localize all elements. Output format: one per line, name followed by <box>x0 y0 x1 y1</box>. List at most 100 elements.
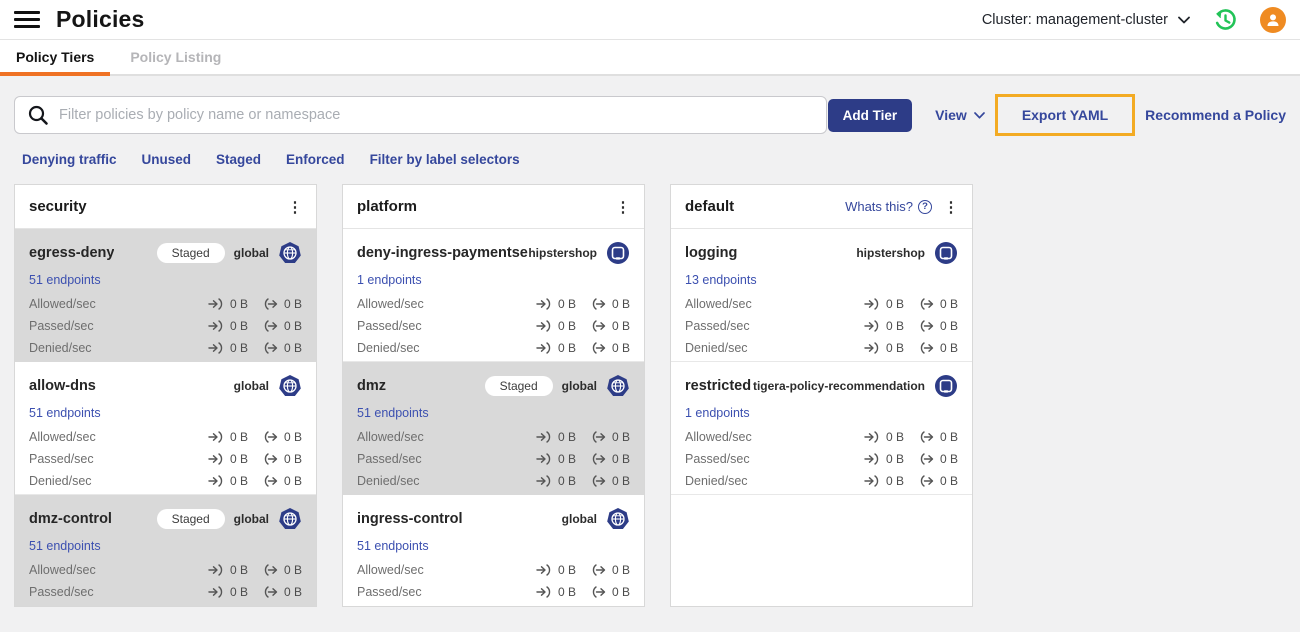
policy-card-ingress-control[interactable]: ingress-control global 51 endpoints Allowe… <box>343 495 644 606</box>
policy-card-logging[interactable]: logging hipstershop 13 endpoints Allowed/s… <box>671 229 972 362</box>
view-dropdown-button[interactable]: View <box>935 107 985 123</box>
metric-row: Denied/sec 0 B 0 B <box>357 470 630 492</box>
tier-name: security <box>29 198 87 215</box>
egress-value: 0 B <box>283 474 302 488</box>
whats-this-link[interactable]: Whats this?? <box>845 199 932 214</box>
policy-card-dmz[interactable]: dmz Staged global 51 endpoints Allowed/sec … <box>343 362 644 495</box>
metric-label: Allowed/sec <box>685 297 752 311</box>
tier-menu-kebab-icon[interactable]: ⋮ <box>612 194 634 220</box>
add-tier-button[interactable]: Add Tier <box>827 98 913 132</box>
tier-menu-kebab-icon[interactable]: ⋮ <box>284 194 306 220</box>
quick-filter-enforced[interactable]: Enforced <box>286 152 345 167</box>
quick-filter-denying-traffic[interactable]: Denying traffic <box>22 152 117 167</box>
policy-scope-label: tigera-policy-recommendation <box>752 379 925 393</box>
egress-icon <box>262 431 279 443</box>
egress-icon <box>918 431 935 443</box>
endpoints-link[interactable]: 13 endpoints <box>685 273 757 287</box>
policy-name: restricted <box>685 378 752 394</box>
egress-value: 0 B <box>939 474 958 488</box>
policy-search-box[interactable] <box>14 96 827 134</box>
metric-row: Denied/sec 0 B 0 B <box>357 603 630 606</box>
egress-value: 0 B <box>283 585 302 599</box>
egress-icon <box>262 298 279 310</box>
namespace-icon <box>934 241 958 265</box>
endpoints-link[interactable]: 51 endpoints <box>29 273 101 287</box>
egress-value: 0 B <box>611 430 630 444</box>
quick-filter-unused[interactable]: Unused <box>142 152 192 167</box>
top-bar: Policies Cluster: management-cluster <box>0 0 1300 40</box>
metric-row: Denied/sec 0 B 0 B <box>29 470 302 492</box>
endpoints-link[interactable]: 1 endpoints <box>357 273 422 287</box>
hamburger-menu-icon[interactable] <box>14 7 40 33</box>
metric-label: Allowed/sec <box>29 430 96 444</box>
metric-label: Denied/sec <box>29 474 92 488</box>
egress-value: 0 B <box>283 341 302 355</box>
policy-name: allow-dns <box>29 378 96 394</box>
globe-icon <box>606 374 630 398</box>
tier-name: default <box>685 198 735 215</box>
ingress-value: 0 B <box>885 430 904 444</box>
endpoints-link[interactable]: 51 endpoints <box>357 539 429 553</box>
ingress-icon <box>208 475 225 487</box>
policy-search-input[interactable] <box>59 107 814 123</box>
history-button[interactable] <box>1212 7 1238 33</box>
tier-menu-kebab-icon[interactable]: ⋮ <box>940 194 962 220</box>
ingress-value: 0 B <box>885 341 904 355</box>
egress-value: 0 B <box>611 319 630 333</box>
ingress-icon <box>208 586 225 598</box>
ingress-value: 0 B <box>557 563 576 577</box>
egress-icon <box>590 586 607 598</box>
quick-filter-staged[interactable]: Staged <box>216 152 261 167</box>
ingress-value: 0 B <box>557 297 576 311</box>
egress-value: 0 B <box>283 563 302 577</box>
egress-icon <box>590 342 607 354</box>
metric-label: Passed/sec <box>357 452 422 466</box>
user-icon <box>1267 13 1279 26</box>
cluster-selector[interactable]: Cluster: management-cluster <box>982 12 1190 28</box>
tier-header-platform: platform ⋮ <box>343 185 644 229</box>
policy-card-restricted[interactable]: restricted tigera-policy-recommendation 1… <box>671 362 972 495</box>
metric-row: Passed/sec 0 B 0 B <box>357 448 630 470</box>
metric-row: Allowed/sec 0 B 0 B <box>29 293 302 315</box>
namespace-icon <box>606 241 630 265</box>
recommend-policy-button[interactable]: Recommend a Policy <box>1145 107 1286 123</box>
egress-value: 0 B <box>611 341 630 355</box>
egress-icon <box>590 320 607 332</box>
policy-scope-label: hipstershop <box>528 246 597 260</box>
endpoints-link[interactable]: 51 endpoints <box>29 406 101 420</box>
ingress-value: 0 B <box>229 474 248 488</box>
quick-filter-filter-by-label-selectors[interactable]: Filter by label selectors <box>370 152 520 167</box>
ingress-icon <box>864 431 881 443</box>
ingress-icon <box>208 431 225 443</box>
policy-card-allow-dns[interactable]: allow-dns global 51 endpoints Allowed/sec … <box>15 362 316 495</box>
egress-value: 0 B <box>939 452 958 466</box>
ingress-value: 0 B <box>557 585 576 599</box>
metric-label: Denied/sec <box>357 474 420 488</box>
policy-card-deny-ingress-paymentservi[interactable]: deny-ingress-paymentservi…hipstershop 1 … <box>343 229 644 362</box>
ingress-icon <box>536 342 553 354</box>
metric-row: Allowed/sec 0 B 0 B <box>357 426 630 448</box>
policy-card-dmz-control[interactable]: dmz-control Staged global 51 endpoints Allo… <box>15 495 316 606</box>
ingress-icon <box>864 453 881 465</box>
policy-name: dmz-control <box>29 511 112 527</box>
endpoints-link[interactable]: 51 endpoints <box>357 406 429 420</box>
egress-value: 0 B <box>611 585 630 599</box>
ingress-icon <box>536 431 553 443</box>
user-avatar[interactable] <box>1260 6 1286 33</box>
endpoints-link[interactable]: 51 endpoints <box>29 539 101 553</box>
tab-policy-tiers[interactable]: Policy Tiers <box>0 40 111 76</box>
tab-policy-listing[interactable]: Policy Listing <box>128 40 223 74</box>
tier-name: platform <box>357 198 417 215</box>
endpoints-link[interactable]: 1 endpoints <box>685 406 750 420</box>
egress-value: 0 B <box>939 297 958 311</box>
ingress-icon <box>536 586 553 598</box>
ingress-value: 0 B <box>557 474 576 488</box>
egress-icon <box>590 564 607 576</box>
egress-icon <box>918 475 935 487</box>
tier-column-default: default Whats this?? ⋮ logging hipstershop 1… <box>670 184 973 607</box>
policy-card-egress-deny[interactable]: egress-deny Staged global 51 endpoints Allo… <box>15 229 316 362</box>
export-yaml-button[interactable]: Export YAML <box>1022 107 1108 123</box>
metric-row: Allowed/sec 0 B 0 B <box>685 293 958 315</box>
egress-icon <box>918 320 935 332</box>
metric-row: Passed/sec 0 B 0 B <box>685 315 958 337</box>
